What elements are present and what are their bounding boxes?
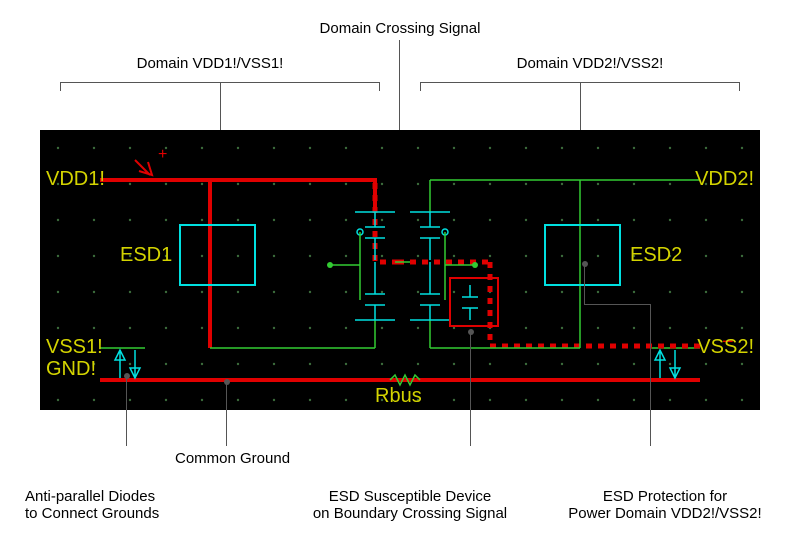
callout-antiparallel-l1: Anti-parallel Diodes [25, 488, 159, 505]
callout-antiparallel-l2: to Connect Grounds [25, 505, 159, 522]
callout-antiparallel: Anti-parallel Diodes to Connect Grounds [25, 488, 159, 522]
ptr-dot-common-ground [224, 379, 230, 385]
diagram-root: Domain Crossing Signal Domain VDD1!/VSS1… [0, 0, 800, 540]
callout-domain-crossing: Domain Crossing Signal [300, 20, 500, 37]
callout-protection-l2: Power Domain VDD2!/VSS2! [555, 505, 775, 522]
ptr-susceptible [470, 332, 471, 446]
ptr-dot-antiparallel [124, 373, 130, 379]
bracket-stem-1 [220, 82, 221, 130]
ptr-protection-h [584, 304, 650, 305]
label-plus: + [158, 146, 167, 164]
bracket-stem-2 [580, 82, 581, 130]
ptr-protection-v2 [650, 304, 651, 446]
label-rbus: Rbus [375, 385, 422, 408]
label-vss1: VSS1! [46, 336, 103, 359]
ptr-dot-protection [582, 261, 588, 267]
label-esd1: ESD1 [120, 244, 172, 267]
callout-susceptible-l1: ESD Susceptible Device [305, 488, 515, 505]
callout-domain2: Domain VDD2!/VSS2! [460, 55, 720, 72]
label-gnd: GND! [46, 358, 96, 381]
ptr-antiparallel [126, 376, 127, 446]
callout-protection: ESD Protection for Power Domain VDD2!/VS… [555, 488, 775, 522]
callout-protection-l1: ESD Protection for [555, 488, 775, 505]
label-vdd1: VDD1! [46, 168, 105, 191]
schematic-wiring: − [40, 130, 760, 410]
callout-common-ground: Common Ground [175, 450, 290, 467]
ptr-dot-susceptible [468, 329, 474, 335]
label-esd2: ESD2 [630, 244, 682, 267]
callout-domain1: Domain VDD1!/VSS1! [80, 55, 340, 72]
label-vss2: VSS2! [697, 336, 754, 359]
callout-susceptible: ESD Susceptible Device on Boundary Cross… [305, 488, 515, 522]
ptr-common-ground [226, 382, 227, 446]
schematic-area: − VDD1! VDD2! VSS1! VSS2! GND! ESD1 ESD2… [40, 130, 760, 410]
label-vdd2: VDD2! [695, 168, 754, 191]
callout-susceptible-l2: on Boundary Crossing Signal [305, 505, 515, 522]
ptr-protection-v [584, 264, 585, 304]
